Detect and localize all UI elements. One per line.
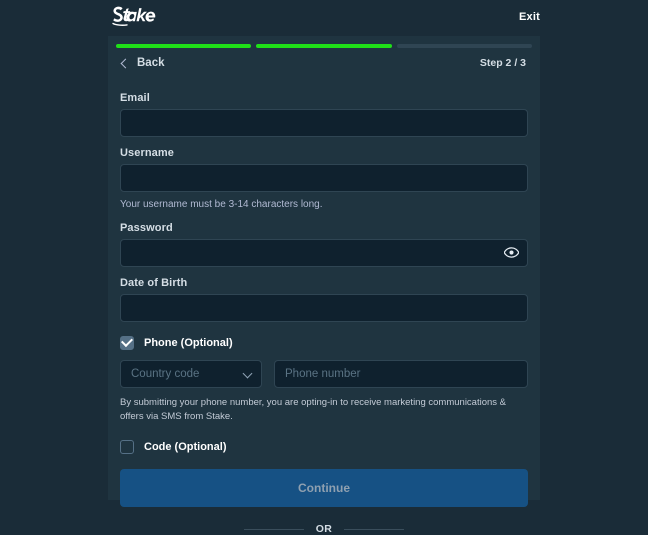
field-email: Email <box>120 92 528 137</box>
field-password: Password <box>120 222 528 267</box>
email-input[interactable] <box>120 109 528 137</box>
or-divider: OR <box>120 523 528 535</box>
country-code-placeholder: Country code <box>131 367 200 380</box>
phone-optional-checkbox-row[interactable]: Phone (Optional) <box>120 335 528 350</box>
nav-row: Back Step 2 / 3 <box>116 48 532 76</box>
field-date-of-birth: Date of Birth <box>120 277 528 322</box>
check-icon <box>120 335 134 348</box>
phone-optional-checkbox[interactable] <box>120 335 134 350</box>
or-divider-label: OR <box>315 523 333 535</box>
exit-link[interactable]: Exit <box>519 11 540 23</box>
country-code-select-wrap: Country code <box>120 359 262 388</box>
signup-panel: Back Step 2 / 3 Email Username Your user… <box>108 36 540 535</box>
back-button-label: Back <box>137 57 165 69</box>
date-of-birth-label: Date of Birth <box>120 276 188 289</box>
phone-number-input[interactable] <box>274 359 528 388</box>
progress-segment-1 <box>116 44 252 48</box>
password-input[interactable] <box>120 238 528 267</box>
password-label: Password <box>120 221 173 234</box>
chevron-left-icon <box>120 58 131 68</box>
progress-segment-2 <box>256 44 392 48</box>
phone-optional-label: Phone (Optional) <box>144 336 233 349</box>
username-hint: Your username must be 3-14 characters lo… <box>120 199 323 210</box>
progress-segment-3 <box>396 44 532 48</box>
step-indicator: Step 2 / 3 <box>479 57 526 69</box>
code-optional-checkbox-row[interactable]: Code (Optional) <box>120 440 528 454</box>
toggle-password-visibility-button[interactable] <box>502 244 520 262</box>
code-optional-label: Code (Optional) <box>144 441 227 453</box>
date-of-birth-input[interactable] <box>120 293 528 322</box>
username-label: Username <box>120 147 174 159</box>
signup-screen: Exit Back Step 2 / 3 Email Username Your… <box>0 0 648 535</box>
stake-logo-icon <box>112 6 156 26</box>
or-divider-line-left <box>243 528 304 530</box>
sms-consent-note: By submitting your phone number, you are… <box>120 396 507 422</box>
field-username: Username Your username must be 3-14 char… <box>120 147 528 212</box>
phone-fields-row: Country code <box>120 359 528 388</box>
stake-logo[interactable] <box>108 3 178 33</box>
username-input[interactable] <box>120 164 528 192</box>
or-divider-line-right <box>344 528 405 530</box>
signup-form: Email Username Your username must be 3-1… <box>116 76 532 535</box>
continue-button[interactable]: Continue <box>120 469 528 507</box>
back-button[interactable]: Back <box>120 57 165 69</box>
step-progress-bar <box>116 36 532 48</box>
eye-icon <box>503 247 519 258</box>
top-bar: Exit <box>0 0 648 36</box>
country-code-select[interactable]: Country code <box>120 359 262 388</box>
code-optional-checkbox[interactable] <box>120 440 134 454</box>
email-label: Email <box>120 92 150 104</box>
